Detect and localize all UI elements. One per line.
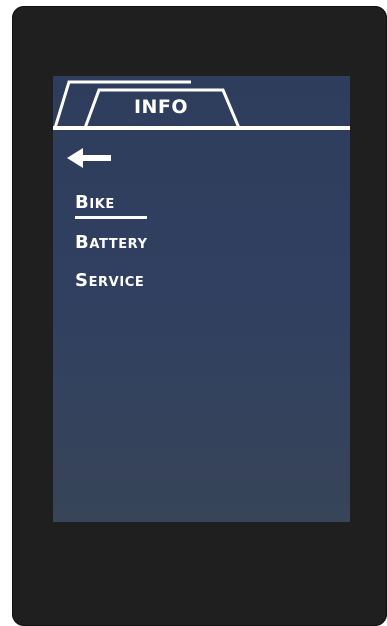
menu-item-service[interactable]: Service — [75, 270, 144, 292]
display-screen: INFO Bike Battery Service — [53, 76, 350, 522]
menu-item-bike[interactable]: Bike — [75, 192, 115, 214]
menu-item-label: Service — [75, 270, 145, 291]
menu-item-battery[interactable]: Battery — [75, 232, 148, 254]
arrow-left-icon[interactable] — [65, 146, 113, 170]
tab-header — [53, 80, 350, 130]
menu-item-label: Bike — [75, 192, 115, 213]
selection-underline — [75, 216, 147, 219]
device-bezel: INFO Bike Battery Service — [12, 6, 387, 626]
tab-info[interactable]: INFO — [129, 96, 193, 118]
menu-item-label: Battery — [75, 232, 148, 253]
